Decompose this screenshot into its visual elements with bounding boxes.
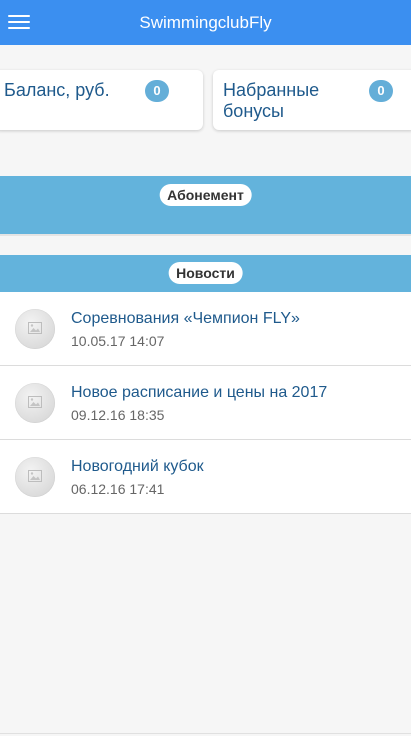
news-section-header: Новости — [0, 255, 411, 292]
balance-card[interactable]: Баланс, руб. 0 — [0, 70, 203, 130]
news-title: Новое расписание и цены на 2017 — [71, 384, 328, 401]
news-list: Соревнования «Чемпион FLY» 10.05.17 14:0… — [0, 292, 411, 514]
news-date: 10.05.17 14:07 — [71, 333, 165, 349]
news-title: Новогодний кубок — [71, 458, 204, 475]
app-header: SwimmingclubFly — [0, 0, 411, 45]
image-placeholder-icon — [28, 470, 42, 482]
bottom-divider — [0, 733, 411, 734]
bonus-card[interactable]: Набранные бонусы 0 — [213, 70, 411, 130]
news-thumbnail — [15, 309, 55, 349]
news-date: 06.12.16 17:41 — [71, 481, 165, 497]
bonus-label: Набранные бонусы — [223, 80, 320, 121]
app-title: SwimmingclubFly — [139, 13, 272, 32]
balance-badge: 0 — [145, 80, 169, 102]
news-title: Соревнования «Чемпион FLY» — [71, 310, 300, 327]
news-item[interactable]: Новое расписание и цены на 2017 09.12.16… — [0, 366, 411, 440]
news-item[interactable]: Соревнования «Чемпион FLY» 10.05.17 14:0… — [0, 292, 411, 366]
divider — [0, 234, 411, 236]
news-item[interactable]: Новогодний кубок 06.12.16 17:41 — [0, 440, 411, 514]
image-placeholder-icon — [28, 396, 42, 408]
news-section-title: Новости — [168, 262, 243, 284]
balance-label: Баланс, руб. — [4, 80, 110, 100]
subscription-section-header: Абонемент — [0, 176, 411, 234]
bonus-badge: 0 — [369, 80, 393, 102]
news-thumbnail — [15, 383, 55, 423]
news-thumbnail — [15, 457, 55, 497]
image-placeholder-icon — [28, 322, 42, 334]
news-date: 09.12.16 18:35 — [71, 407, 165, 423]
subscription-section-title: Абонемент — [159, 184, 252, 206]
